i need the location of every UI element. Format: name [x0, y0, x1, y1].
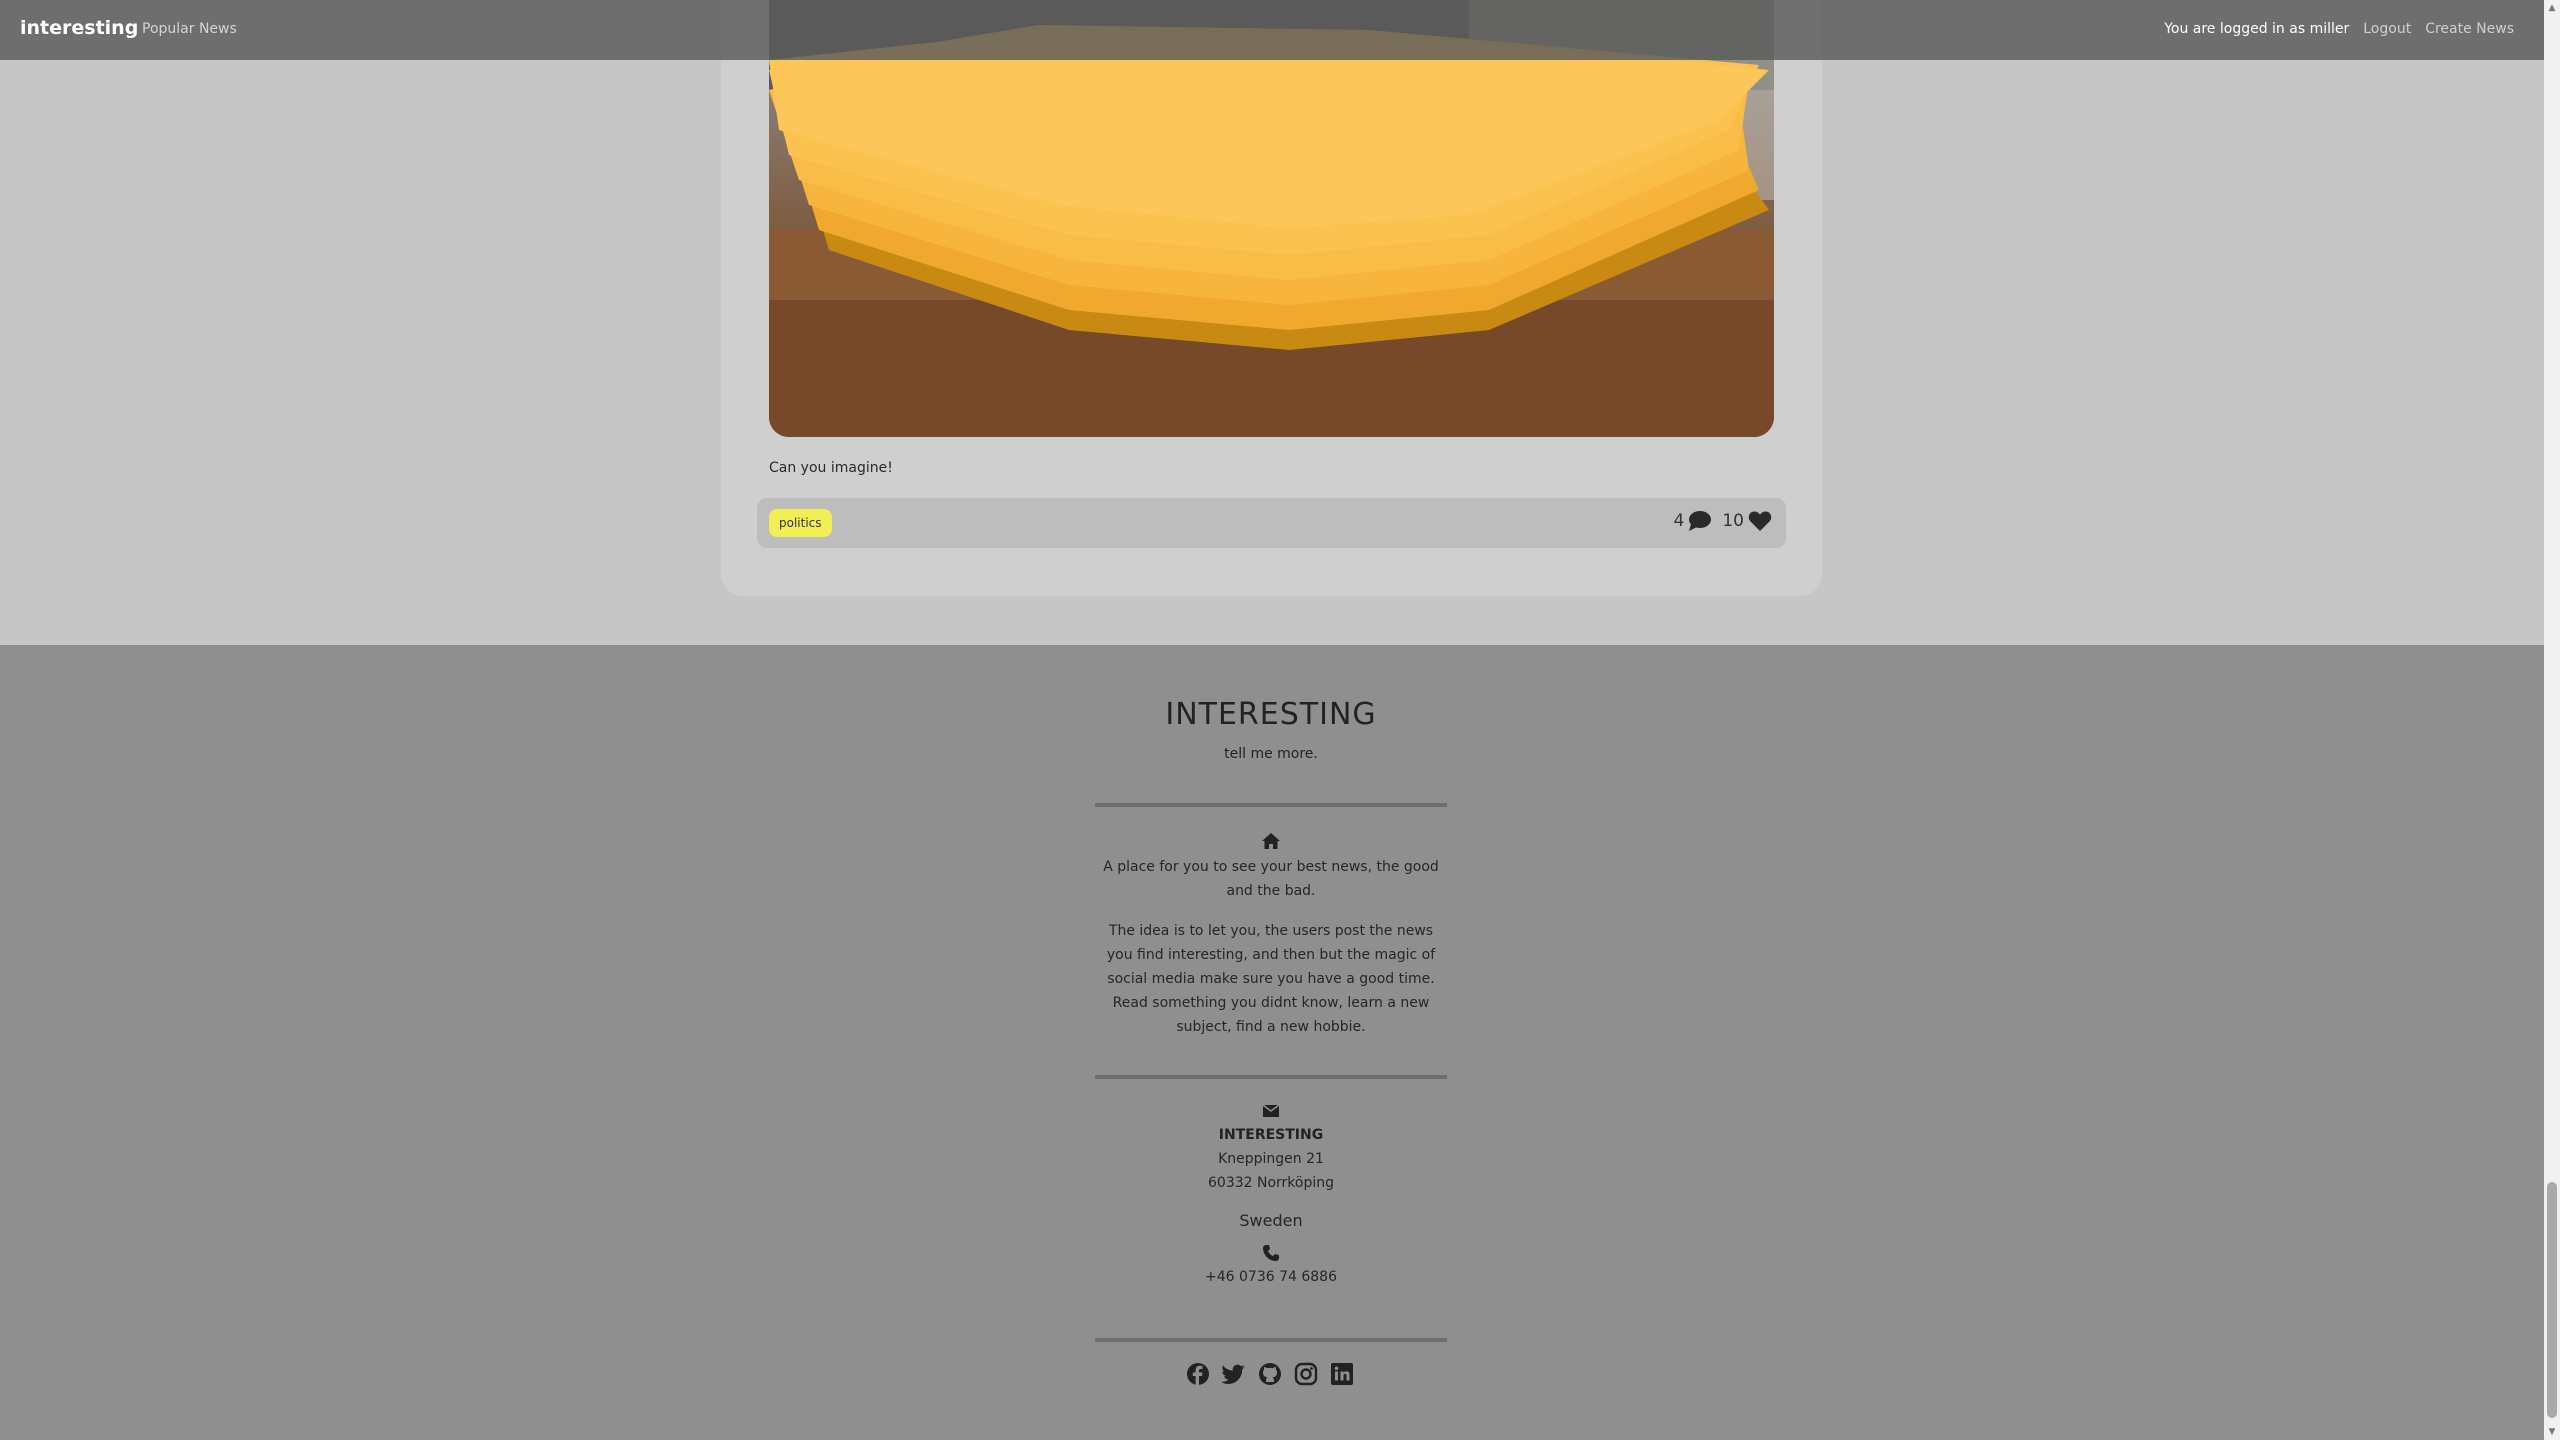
social-links [1186, 1362, 1354, 1386]
linkedin-icon[interactable] [1330, 1362, 1354, 1386]
login-status: You are logged in as miller [2164, 21, 2350, 37]
nav-right: You are logged in as miller Logout Creat… [2164, 21, 2514, 37]
brand-logo[interactable]: interesting [20, 17, 138, 39]
footer-subtitle: tell me more. [1224, 746, 1318, 762]
twitter-icon[interactable] [1220, 1362, 1246, 1386]
content-area: Can you imagine! politics 4 10 [0, 0, 2544, 645]
comment-count-group[interactable]: 4 [1674, 510, 1713, 532]
article-meta-bar: politics 4 10 [757, 498, 1786, 548]
scroll-up-arrow[interactable]: ▲ [2544, 0, 2560, 16]
category-tag[interactable]: politics [769, 509, 832, 537]
address-country: Sweden [1239, 1211, 1303, 1230]
footer-title: INTERESTING [1165, 697, 1377, 732]
logout-link[interactable]: Logout [2363, 21, 2411, 37]
article-counts: 4 10 [1674, 510, 1772, 532]
home-icon [1262, 833, 1280, 849]
address-city: 60332 Norrköping [1208, 1175, 1334, 1191]
like-count: 10 [1722, 511, 1744, 531]
instagram-icon[interactable] [1294, 1362, 1318, 1386]
like-count-group[interactable]: 10 [1722, 510, 1772, 532]
about-text-1: A place for you to see your best news, t… [1103, 859, 1439, 899]
create-news-link[interactable]: Create News [2425, 21, 2514, 37]
about-text-2: The idea is to let you, the users post t… [1106, 923, 1436, 1035]
phone-icon [1263, 1245, 1279, 1261]
envelope-icon [1263, 1105, 1279, 1117]
github-icon[interactable] [1258, 1362, 1282, 1386]
address-street: Kneppingen 21 [1218, 1151, 1324, 1167]
scroll-thumb[interactable] [2547, 1182, 2557, 1418]
phone-number[interactable]: +46 0736 74 6886 [1095, 1265, 1447, 1289]
top-navbar: interesting Popular News You are logged … [0, 0, 2544, 60]
article-description: Can you imagine! [769, 460, 893, 476]
article-image[interactable] [769, 0, 1774, 437]
comment-count: 4 [1673, 511, 1685, 531]
company-name: INTERESTING [1218, 1127, 1324, 1143]
contact-section: INTERESTING Kneppingen 21 60332 Norrköpi… [1095, 1105, 1447, 1289]
facebook-icon[interactable] [1186, 1362, 1210, 1386]
popular-news-link[interactable]: Popular News [142, 21, 237, 37]
footer-divider [1095, 1075, 1447, 1079]
heart-icon [1748, 511, 1772, 531]
vertical-scrollbar[interactable]: ▲ ▼ [2544, 0, 2560, 1440]
scroll-down-arrow[interactable]: ▼ [2544, 1424, 2560, 1440]
cheese-illustration [769, 0, 1774, 437]
footer-divider [1095, 803, 1447, 807]
news-card: Can you imagine! politics 4 10 [721, 0, 1822, 596]
comment-icon [1689, 511, 1712, 531]
about-section: A place for you to see your best news, t… [1095, 833, 1447, 1039]
footer-divider [1095, 1338, 1447, 1342]
footer [0, 645, 2544, 1440]
